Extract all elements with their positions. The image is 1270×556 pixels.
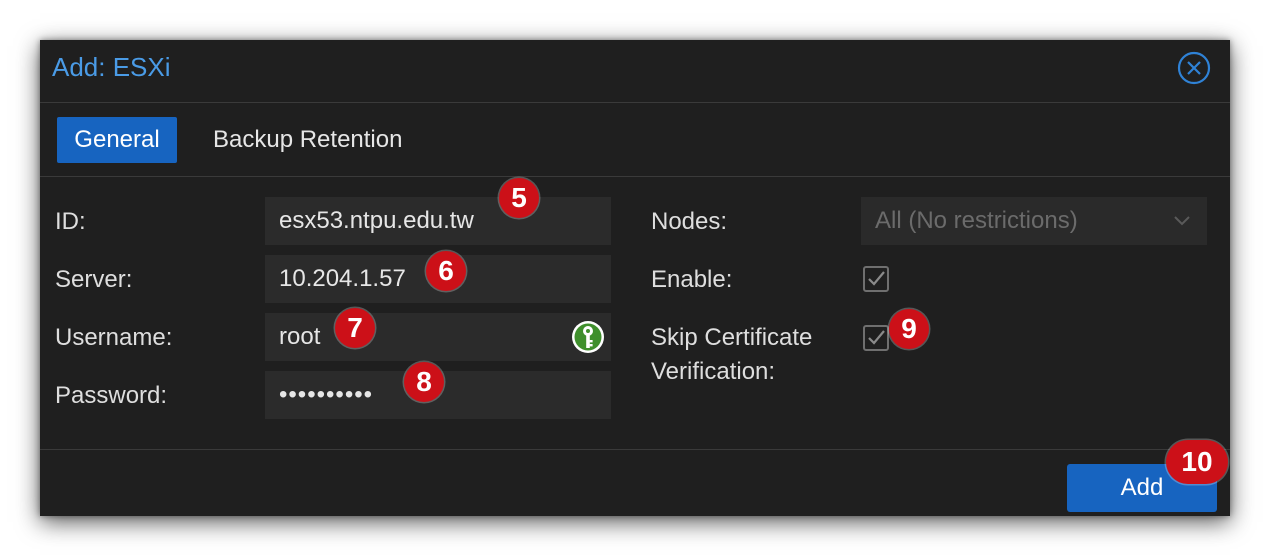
checkmark-icon (868, 271, 885, 286)
enable-checkbox[interactable] (863, 266, 889, 292)
checkmark-icon (868, 330, 885, 345)
password-label: Password: (55, 382, 168, 409)
skip-cert-label-line2: Verification: (651, 358, 776, 385)
dialog-title: Add: ESXi (52, 52, 171, 82)
step-badge-6: 6 (426, 251, 466, 291)
step-badge-9: 9 (889, 309, 929, 349)
nodes-value: All (No restrictions) (875, 207, 1078, 234)
step-badge-7: 7 (335, 308, 375, 348)
tab-backup-retention[interactable]: Backup Retention (213, 117, 402, 163)
username-label: Username: (55, 324, 173, 351)
server-label: Server: (55, 266, 133, 293)
id-label: ID: (55, 208, 86, 235)
tab-general[interactable]: General (57, 117, 177, 163)
dialog-footer: Add (40, 449, 1230, 516)
step-badge-8: 8 (404, 362, 444, 402)
enable-label: Enable: (651, 266, 733, 293)
step-badge-10: 10 (1166, 440, 1228, 484)
password-value: •••••••••• (279, 381, 374, 408)
username-value: root (279, 323, 321, 350)
skip-cert-label-line1: Skip Certificate (651, 324, 813, 351)
skip-cert-checkbox[interactable] (863, 325, 889, 351)
chevron-down-icon (1174, 216, 1190, 226)
dialog-title-bar: Add: ESXi (40, 40, 1230, 103)
username-field[interactable]: root (265, 313, 611, 361)
tab-bar: General Backup Retention (40, 103, 1230, 177)
step-badge-5: 5 (499, 178, 539, 218)
nodes-label: Nodes: (651, 208, 728, 235)
close-icon[interactable] (1177, 51, 1211, 85)
id-field[interactable]: esx53.ntpu.edu.tw (265, 197, 611, 245)
nodes-select[interactable]: All (No restrictions) (861, 197, 1207, 245)
id-value: esx53.ntpu.edu.tw (279, 207, 474, 234)
key-icon[interactable] (571, 320, 605, 354)
add-esxi-dialog: Add: ESXi General Backup Retention ID: e… (40, 40, 1230, 516)
server-value: 10.204.1.57 (279, 265, 406, 292)
